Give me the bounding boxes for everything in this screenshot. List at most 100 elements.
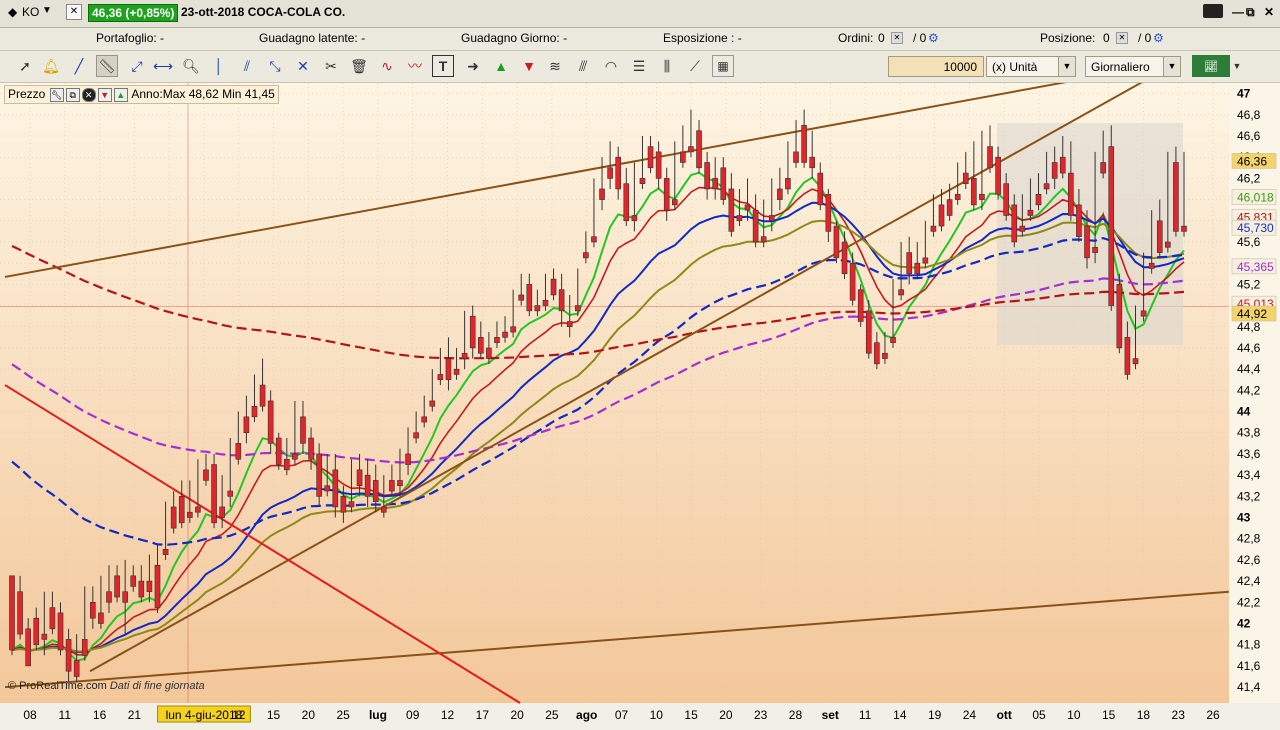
text-icon[interactable]: T <box>432 55 454 77</box>
candle-body <box>607 167 613 179</box>
cursor-icon[interactable]: ➚ <box>14 55 36 77</box>
maximize-icon[interactable]: ⧉ <box>1246 5 1255 20</box>
indicators-button[interactable]: 📈︎ <box>1192 55 1230 77</box>
unit-chevron-down-icon[interactable]: ▼ <box>1058 57 1075 76</box>
candle-body <box>413 432 419 439</box>
instrument-title: 23-ott-2018 COCA-COLA CO. <box>181 5 346 19</box>
tools-icon[interactable]: ✂ <box>320 55 342 77</box>
keyboard-icon[interactable] <box>1203 4 1223 18</box>
unit-select[interactable]: (x) Unità ▼ <box>986 56 1076 77</box>
candle-body <box>1051 162 1058 179</box>
candle-body <box>324 485 331 492</box>
price-tick-label: 46,2 <box>1237 171 1261 185</box>
candle-body <box>146 580 153 593</box>
price-axis[interactable]: 4746,846,646,446,24645,845,645,445,24544… <box>1237 87 1261 695</box>
candle-body <box>760 236 767 243</box>
parallel-icon[interactable]: ⤡ <box>264 55 286 77</box>
symbol-label[interactable]: KO <box>22 5 39 19</box>
up-icon[interactable]: ▲ <box>113 87 128 102</box>
candle-body <box>469 315 476 349</box>
ray-icon[interactable]: ⤢ <box>126 55 148 77</box>
candle-body <box>566 321 573 328</box>
gann-icon[interactable]: ⫼ <box>656 55 678 77</box>
buy-arrow-icon[interactable]: ▲ <box>490 55 512 77</box>
fib-retracement-icon[interactable]: ☰ <box>628 55 650 77</box>
candle-body <box>251 405 258 418</box>
fibonacci-icon[interactable]: ≋ <box>544 55 566 77</box>
time-tick-label: 20 <box>302 708 316 722</box>
candle-body <box>211 464 217 524</box>
time-tick-label: 17 <box>476 708 490 722</box>
indicators-dropdown-icon[interactable]: ▼ <box>1232 55 1242 77</box>
zigzag-icon[interactable]: ∿ <box>376 55 398 77</box>
candle-body <box>405 453 411 465</box>
ordini-settings-icon[interactable]: ⚙ <box>928 31 939 45</box>
close-icon[interactable]: ✕ <box>66 4 82 20</box>
dropdown-icon[interactable]: ▼ <box>42 5 52 16</box>
candle-body <box>558 289 565 312</box>
arrow-right-icon[interactable]: ➜ <box>462 55 484 77</box>
trendline-icon[interactable]: ╱ <box>68 55 90 77</box>
period-chevron-down-icon[interactable]: ▼ <box>1163 57 1180 76</box>
candle-body <box>267 400 274 444</box>
ordini-value[interactable]: 0 <box>878 31 885 45</box>
posizione-value[interactable]: 0 <box>1103 31 1110 45</box>
ordini-box-icon[interactable]: ✕ <box>891 32 903 44</box>
portfolio-status-bar: Portafoglio: - Guadagno latente: - Guada… <box>0 28 1280 51</box>
channel-icon[interactable]: ⫽ <box>236 55 258 77</box>
period-select[interactable]: Giornaliero ▼ <box>1085 56 1181 77</box>
candle-body <box>494 337 500 343</box>
price-tick-label: 42,8 <box>1237 532 1261 546</box>
price-chart[interactable]: 4746,846,646,446,24645,845,645,445,24544… <box>0 76 1280 727</box>
minimize-icon[interactable]: — <box>1232 5 1244 19</box>
zoom-icon[interactable]: 🔍︎ <box>180 55 202 77</box>
sell-arrow-icon[interactable]: ▼ <box>518 55 540 77</box>
candle-body <box>882 352 888 359</box>
candle-body <box>65 639 72 672</box>
trash-icon[interactable]: 🗑︎ <box>348 55 370 77</box>
candle-body <box>1181 225 1187 232</box>
candle-body <box>219 506 225 518</box>
ruler-icon[interactable]: 📏︎ <box>96 55 118 77</box>
candle-body <box>736 215 743 222</box>
candle-body <box>235 443 242 460</box>
candlestick-chart[interactable]: 4746,846,646,446,24645,845,645,445,24544… <box>0 76 1280 727</box>
candle-body <box>946 199 953 216</box>
vertical-line-icon[interactable]: │ <box>208 55 230 77</box>
price-change-badge: 46,36 (+0,85%) <box>88 4 179 22</box>
time-tick-label: 08 <box>23 708 37 722</box>
price-tick-label: 44,4 <box>1237 362 1261 376</box>
fib-arc-icon[interactable]: ◠ <box>600 55 622 77</box>
fib-fan-icon[interactable]: ⫻ <box>572 55 594 77</box>
candle-body <box>364 474 371 497</box>
candle-body <box>98 612 104 624</box>
wrench-icon[interactable]: 🔧︎ <box>49 87 64 102</box>
down-icon[interactable]: ▼ <box>97 87 112 102</box>
horizontal-line-icon[interactable]: ⟷ <box>152 55 174 77</box>
year-range: Anno:Max 48,62 Min 41,45 <box>131 87 275 101</box>
gann-fan-icon[interactable]: ⟋ <box>684 55 706 77</box>
candle-body <box>744 204 751 211</box>
candle-body <box>1100 162 1106 174</box>
candle-body <box>397 480 403 487</box>
symbol-icon[interactable]: ◆ <box>8 5 17 19</box>
remove-icon[interactable]: ✕ <box>81 87 96 102</box>
time-axis[interactable]: 0811162124lun 4-giu-201812152025lug09121… <box>23 705 1220 723</box>
color-palette-icon[interactable]: ▦ <box>712 55 734 77</box>
cross-icon[interactable]: ✕ <box>292 55 314 77</box>
watermark-brand: © ProRealTime.com <box>8 680 107 692</box>
wave-icon[interactable]: 〰 <box>404 55 426 77</box>
price-tick-label: 43,4 <box>1237 468 1261 482</box>
alert-bell-icon[interactable]: 🔔︎ <box>40 55 62 77</box>
candle-body <box>865 310 872 354</box>
posizione-settings-icon[interactable]: ⚙ <box>1153 31 1164 45</box>
price-label-text: 45,365 <box>1237 260 1274 274</box>
posizione-box-icon[interactable]: ✕ <box>1116 32 1128 44</box>
duplicate-icon[interactable]: ⧉ <box>65 87 80 102</box>
candle-body <box>777 188 783 200</box>
quantity-input[interactable]: 10000 <box>888 56 984 77</box>
candle-body <box>922 257 929 264</box>
time-tick-label: 21 <box>128 708 142 722</box>
price-tick-label: 43 <box>1237 511 1251 525</box>
close-window-icon[interactable]: ✕ <box>1264 5 1274 19</box>
